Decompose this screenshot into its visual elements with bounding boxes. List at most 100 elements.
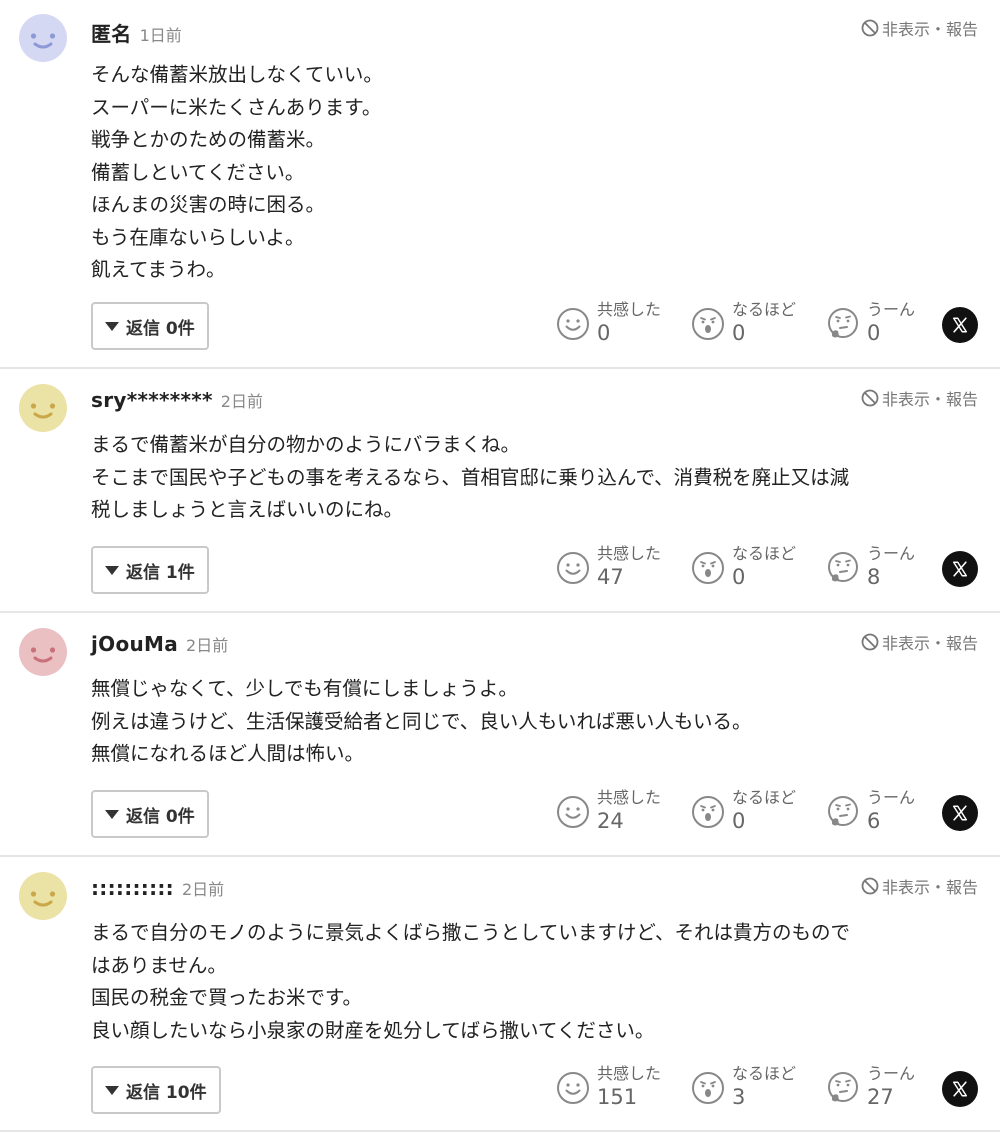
x-logo-icon — [951, 316, 969, 334]
share-x-button[interactable] — [942, 795, 978, 831]
comment-line: 税しましょうと言えばいいのにね。 — [91, 498, 404, 521]
share-x-button[interactable] — [942, 307, 978, 343]
reaction-smile-button[interactable]: 共感した 24 — [556, 788, 661, 834]
comment-line: もう在庫ないらしいよ。 — [91, 225, 305, 249]
reaction-surprised-button[interactable]: なるほど 0 — [691, 300, 796, 346]
avatar — [19, 384, 67, 432]
reaction-thinking-button[interactable]: うーん 27 — [826, 1064, 915, 1110]
reaction-thinking-button[interactable]: うーん 8 — [826, 544, 915, 590]
reaction-surprised-button[interactable]: なるほど 3 — [691, 1064, 796, 1110]
username: :::::::::: — [91, 876, 174, 900]
comment-line: 良い顔したいなら小泉家の財産を処分してばら撒いてください。 — [91, 1018, 655, 1042]
comment-line: まるで備蓄米が自分の物かのようにバラまくね。 — [91, 433, 521, 456]
reaction-label: なるほど — [732, 788, 797, 807]
smile-face-icon — [556, 795, 590, 829]
avatar — [19, 14, 67, 62]
hide-report-label: 非表示・報告 — [881, 634, 978, 653]
hide-report-label: 非表示・報告 — [881, 390, 978, 409]
thinking-face-icon — [826, 795, 860, 829]
comment-line: 例えは違うけど、生活保護受給者と同じで、良い人もいれば悪い人もいる。 — [91, 709, 752, 733]
share-x-button[interactable] — [942, 1071, 978, 1107]
thinking-face-icon — [826, 551, 860, 585]
reaction-count: 0 — [597, 321, 611, 345]
reaction-count: 0 — [732, 809, 746, 833]
username: 匿名 — [91, 22, 132, 46]
reply-label: 返信 0件 — [126, 806, 195, 827]
x-logo-icon — [951, 804, 969, 822]
avatar — [19, 872, 67, 920]
caret-down-icon — [105, 321, 119, 331]
comment-body: そんな備蓄米放出しなくていい。 スーパーに米たくさんあります。 戦争とかのための備蓄… — [91, 59, 976, 287]
reply-label: 返信 1件 — [126, 562, 195, 583]
prohibited-icon — [861, 633, 879, 651]
reaction-surprised-button[interactable]: なるほど 0 — [691, 788, 796, 834]
comment-line: そんな備蓄米放出しなくていい。 — [91, 63, 383, 86]
reaction-smile-button[interactable]: 共感した 151 — [556, 1064, 661, 1110]
hide-report-link[interactable]: 非表示・報告 — [861, 16, 978, 40]
comment-line: 備蓄しといてください。 — [91, 160, 305, 184]
avatar — [19, 628, 67, 676]
hide-report-label: 非表示・報告 — [881, 878, 978, 897]
reaction-label: うーん — [867, 1064, 916, 1083]
x-logo-icon — [951, 560, 969, 578]
comment-line: 無償になれるほど人間は怖い。 — [91, 742, 365, 765]
comment-line: 無償じゃなくて、少しでも有償にしましょうよ。 — [91, 677, 518, 700]
prohibited-icon — [861, 19, 879, 37]
reaction-label: うーん — [867, 300, 916, 319]
smile-face-icon — [556, 551, 590, 585]
comment-line: まるで自分のモノのように景気よくばら撒こうとしていますけど、それは貴方のもので — [91, 921, 850, 944]
smile-face-icon — [556, 307, 590, 341]
reaction-count: 151 — [597, 1085, 638, 1109]
comment-item: :::::::::: 2日前 非表示・報告 まるで自分のモノのように景気よくばら撒こう… — [0, 858, 1000, 1132]
comment-body: まるで自分のモノのように景気よくばら撒こうとしていますけど、それは貴方のものでは… — [91, 917, 976, 1047]
comment-item: 匿名 1日前 非表示・報告そんな備蓄米放出しなくていい。 スーパーに米たくさんあります… — [0, 0, 1000, 369]
reaction-label: うーん — [867, 544, 916, 563]
reaction-label: なるほど — [732, 300, 797, 319]
prohibited-icon — [861, 877, 879, 895]
reply-label: 返信 0件 — [126, 318, 195, 339]
comment-body: 無償じゃなくて、少しでも有償にしましょうよ。例えは違うけど、生活保護受給者と同じ… — [91, 673, 976, 771]
comment-line: スーパーに米たくさんあります。 — [91, 95, 382, 119]
reaction-label: なるほど — [732, 544, 797, 563]
surprised-face-icon — [691, 307, 725, 341]
reaction-label: なるほど — [732, 1064, 797, 1083]
reaction-surprised-button[interactable]: なるほど 0 — [691, 544, 796, 590]
reply-label: 返信 10件 — [126, 1082, 207, 1103]
reaction-thinking-button[interactable]: うーん 6 — [826, 788, 915, 834]
reply-toggle-button[interactable]: 返信 10件 — [91, 1066, 221, 1114]
surprised-face-icon — [691, 795, 725, 829]
comment-line: はありません。 — [91, 953, 227, 977]
comment-line: 飢えてまうわ。 — [91, 258, 226, 281]
reaction-count: 27 — [867, 1085, 894, 1109]
caret-down-icon — [105, 809, 119, 819]
username: jOouMa — [91, 632, 179, 656]
reply-toggle-button[interactable]: 返信 1件 — [91, 546, 209, 594]
reaction-count: 0 — [732, 321, 746, 345]
comment-item: jOouMa 2日前 非表示・報告 無償じゃなくて、少しでも有償にしましょうよ。 例えは… — [0, 614, 1000, 857]
post-time: 1日前 — [139, 26, 182, 45]
reaction-count: 0 — [732, 565, 746, 589]
x-logo-icon — [951, 1080, 969, 1098]
reaction-count: 0 — [867, 321, 881, 345]
reaction-count: 3 — [732, 1085, 746, 1109]
reply-toggle-button[interactable]: 返信 0件 — [91, 790, 209, 838]
reaction-smile-button[interactable]: 共感した 47 — [556, 544, 661, 590]
hide-report-link[interactable]: 非表示・報告 — [861, 874, 978, 898]
reaction-thinking-button[interactable]: うーん 0 — [826, 300, 915, 346]
hide-report-link[interactable]: 非表示・報告 — [861, 630, 978, 654]
reaction-label: うーん — [867, 788, 916, 807]
username: sry******** — [91, 388, 213, 412]
hide-report-link[interactable]: 非表示・報告 — [861, 386, 978, 410]
share-x-button[interactable] — [942, 551, 978, 587]
prohibited-icon — [861, 389, 879, 407]
reaction-label: 共感した — [597, 788, 662, 807]
reply-toggle-button[interactable]: 返信 0件 — [91, 302, 209, 350]
reaction-count: 8 — [867, 565, 881, 589]
hide-report-label: 非表示・報告 — [881, 20, 978, 39]
caret-down-icon — [105, 565, 119, 575]
reaction-count: 47 — [597, 565, 624, 589]
reaction-smile-button[interactable]: 共感した 0 — [556, 300, 661, 346]
reaction-count: 6 — [867, 809, 881, 833]
caret-down-icon — [105, 1085, 119, 1095]
surprised-face-icon — [691, 1071, 725, 1105]
